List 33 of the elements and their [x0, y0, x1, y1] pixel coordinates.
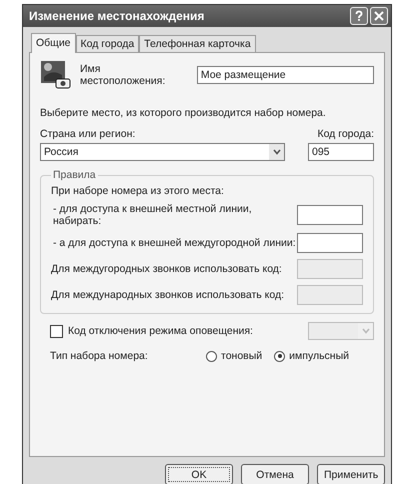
rule-label: - для доступа к внешней местной линии, набирать: [52, 203, 253, 227]
dialog-button[interactable]: Применить [317, 464, 385, 484]
rule-label: - а для доступа к внешней междугородной линии: [52, 237, 296, 249]
help-button[interactable] [350, 7, 368, 25]
close-button[interactable] [370, 7, 388, 25]
call-waiting-label: Код отключения режима оповещения: [68, 325, 253, 337]
country-dropdown[interactable]: Россия [40, 143, 285, 161]
rule-label: Для международных звонков использовать код: [51, 289, 284, 301]
instruction-text: Выберите место, из которого производится набор номера. [40, 107, 327, 119]
radio-option[interactable]: тоновый [206, 350, 262, 362]
rule-field[interactable] [297, 233, 363, 253]
country-label: Страна или регион: [40, 128, 136, 140]
window-title: Изменение местонахождения [29, 9, 204, 23]
location-name-label: Имя местоположения: [80, 63, 166, 87]
chevron-down-icon [272, 149, 280, 155]
rules-title: Правила [52, 169, 97, 181]
rules-intro: При наборе номера из этого места: [51, 185, 225, 197]
checkbox[interactable] [50, 324, 63, 338]
tab[interactable]: Код города [76, 35, 140, 52]
help-icon [353, 10, 365, 22]
rule-label: Для междугородных звонков использовать код: [51, 263, 282, 275]
location-name-field[interactable]: Мое размещение [196, 66, 374, 84]
chevron-down-icon [362, 328, 370, 334]
tab[interactable]: Общие [31, 33, 76, 53]
rule-field[interactable] [297, 205, 363, 225]
area-code-field[interactable]: 095 [308, 143, 374, 161]
dial-type-label: Тип набора номера: [50, 350, 149, 362]
radio-option[interactable]: импульсный [274, 350, 350, 362]
area-code-label: Код города: [317, 128, 374, 140]
tab[interactable]: Телефонная карточка [139, 35, 256, 52]
close-icon [373, 10, 385, 22]
dialog-button[interactable]: OK [165, 464, 233, 484]
dialog-button[interactable]: Отмена [241, 464, 309, 484]
